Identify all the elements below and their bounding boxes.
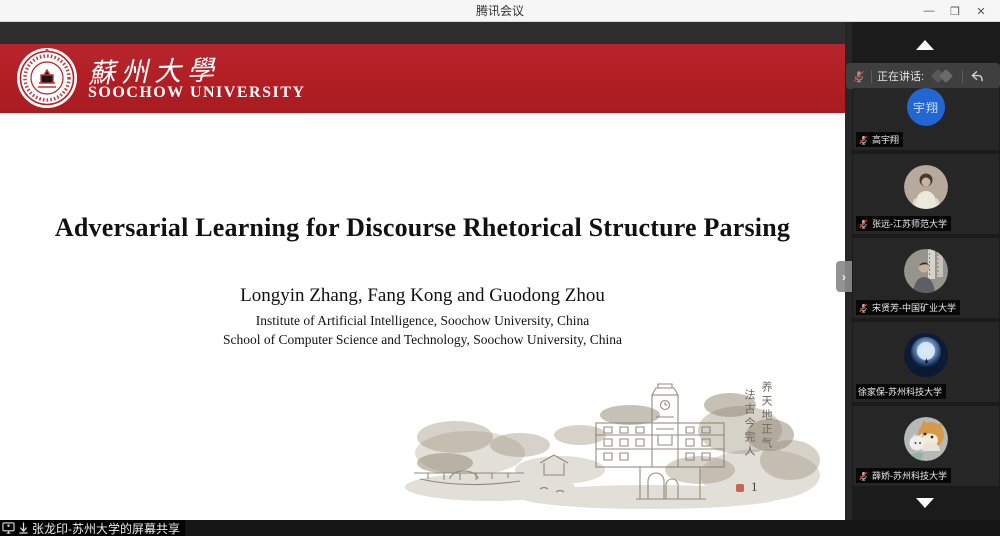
screen-share-chip: 张龙印-苏州大学的屏幕共享: [0, 520, 185, 536]
participant-name-tag: 徐家保-苏州科技大学: [856, 384, 946, 399]
meeting-logo-icon: [931, 69, 957, 83]
slide-motto-column-1: 养天地正气: [758, 381, 774, 451]
participant-tile[interactable]: 张远-江苏师范大学: [853, 154, 999, 234]
shared-app-top-strip: [0, 22, 845, 44]
slide-authors: Longyin Zhang, Fang Kong and Guodong Zho…: [0, 285, 845, 307]
avatar: [904, 249, 948, 293]
participants-sidebar: 正在讲话: 宇翔: [852, 22, 1000, 536]
red-seal-icon: [736, 484, 744, 492]
mic-muted-icon: [858, 134, 869, 146]
share-source-label: 张龙印-苏州大学的屏幕共享: [32, 520, 180, 536]
mic-muted-icon: [858, 218, 869, 230]
slide-affiliation-1: Institute of Artificial Intelligence, So…: [0, 313, 845, 329]
participant-tile[interactable]: 薛娇-苏州科技大学: [853, 406, 999, 486]
scroll-down-icon[interactable]: [916, 498, 934, 508]
window-title: 腾讯会议: [476, 2, 524, 19]
participant-name-tag: 张远-江苏师范大学: [856, 216, 951, 231]
sidebar-collapse-handle[interactable]: ›: [836, 261, 852, 292]
speaking-indicator-bar: 正在讲话:: [846, 63, 1000, 89]
mic-muted-icon: [852, 69, 866, 84]
audio-share-icon: [18, 522, 29, 534]
scroll-up-icon[interactable]: [916, 40, 934, 50]
mic-muted-icon: [858, 302, 869, 314]
avatar: [904, 417, 948, 461]
avatar: [904, 333, 948, 377]
close-icon[interactable]: ✕: [970, 1, 992, 21]
reply-arrow-icon[interactable]: [969, 69, 984, 83]
avatar: [904, 165, 948, 209]
chevron-right-icon: ›: [842, 270, 846, 284]
slide-affiliation-2: School of Computer Science and Technolog…: [0, 332, 845, 348]
window-titlebar[interactable]: 腾讯会议 — ❐ ✕: [0, 0, 1000, 22]
divider: [871, 70, 872, 83]
minimize-icon[interactable]: —: [918, 1, 940, 21]
participant-name-tag: 薛娇-苏州科技大学: [856, 468, 951, 483]
university-seal-icon: [16, 47, 78, 109]
screen-share-icon: [2, 522, 15, 534]
participant-list: 宇翔 高宇翔: [853, 88, 999, 490]
screen-share-view: 蘇州大學 SOOCHOW UNIVERSITY Adversarial Lear…: [0, 22, 845, 520]
divider: [962, 70, 963, 83]
slide-motto-column-2: 法古今完人: [741, 389, 757, 459]
restore-icon[interactable]: ❐: [944, 1, 966, 21]
slide-title: Adversarial Learning for Discourse Rheto…: [0, 213, 845, 243]
speaking-label: 正在讲话:: [877, 68, 924, 84]
participant-tile[interactable]: 宋贤芳-中国矿业大学: [853, 238, 999, 318]
university-name-en: SOOCHOW UNIVERSITY: [88, 84, 305, 102]
participant-name-tag: 宋贤芳-中国矿业大学: [856, 300, 960, 315]
slide-header-banner: 蘇州大學 SOOCHOW UNIVERSITY: [0, 44, 845, 113]
presentation-slide: Adversarial Learning for Discourse Rheto…: [0, 113, 845, 520]
mic-muted-icon: [858, 470, 869, 482]
status-bar: 张龙印-苏州大学的屏幕共享: [0, 520, 1000, 536]
avatar: 宇翔: [907, 88, 945, 126]
tencent-meeting-window: 腾讯会议 — ❐ ✕ 蘇州大學 S: [0, 0, 1000, 536]
window-controls: — ❐ ✕: [918, 0, 992, 22]
slide-page-number: 1: [751, 479, 758, 495]
participant-tile[interactable]: 宇翔 高宇翔: [853, 88, 999, 150]
participant-name-tag: 高宇翔: [856, 132, 903, 147]
participant-tile[interactable]: 徐家保-苏州科技大学: [853, 322, 999, 402]
